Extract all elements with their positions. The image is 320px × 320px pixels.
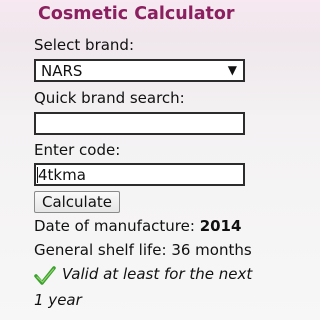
brand-select-value: NARS (41, 62, 83, 80)
shelf-life-text: General shelf life: 36 months (34, 241, 252, 259)
calculate-button[interactable]: Calculate (34, 191, 120, 213)
brand-select[interactable]: NARS ▼ (34, 59, 245, 82)
code-label: Enter code: (34, 141, 121, 159)
code-input-value: 4tkma (38, 166, 86, 184)
app-title: Cosmetic Calculator (38, 4, 235, 24)
chevron-down-icon[interactable]: ▼ (228, 63, 237, 77)
manufacture-date-value: 2014 (199, 217, 242, 235)
valid-text-line1: Valid at least for the next (62, 265, 253, 283)
manufacture-date: Date of manufacture: 2014 (34, 217, 241, 235)
valid-text-line2: 1 year (34, 291, 82, 309)
brand-select-label: Select brand: (34, 36, 135, 54)
brand-search-label: Quick brand search: (34, 89, 185, 107)
manufacture-date-label: Date of manufacture: (34, 217, 195, 235)
checkmark-icon (34, 266, 56, 285)
code-input[interactable]: 4tkma (34, 163, 245, 186)
brand-search-input[interactable] (34, 112, 245, 135)
